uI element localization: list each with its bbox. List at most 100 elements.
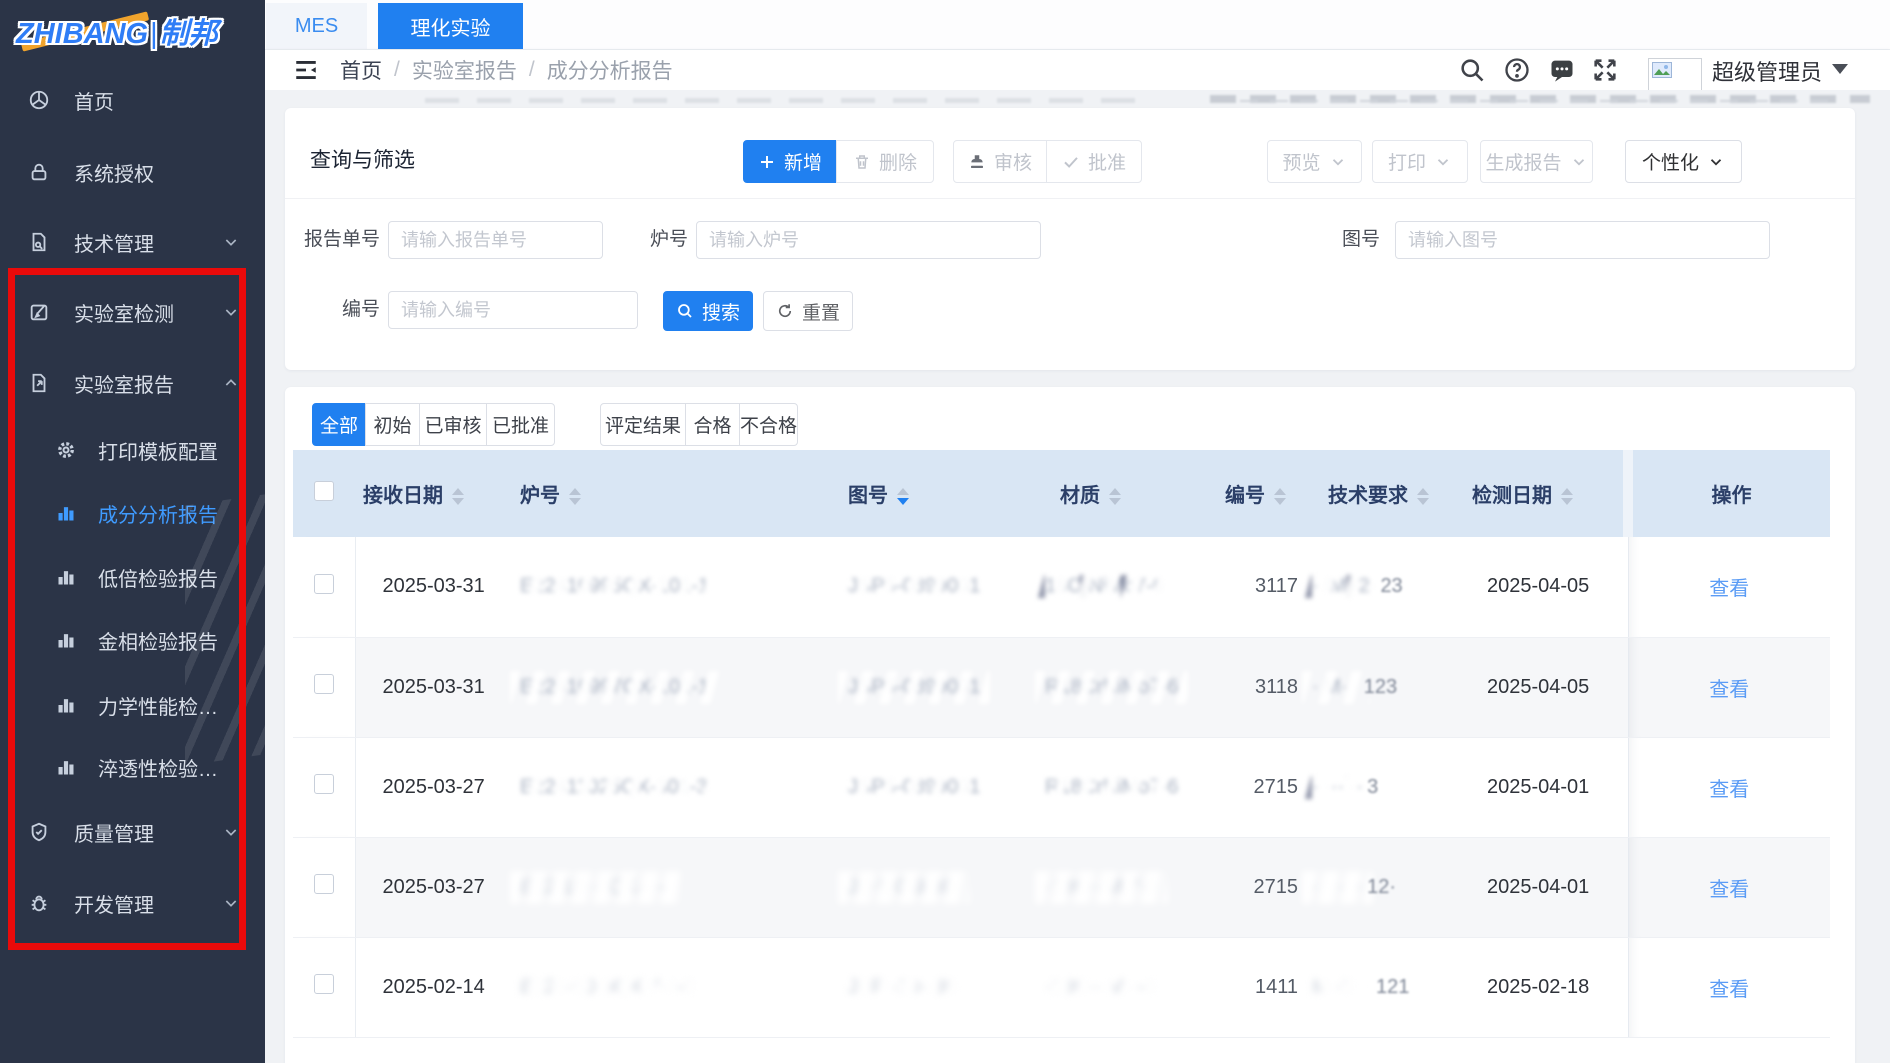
brand-logo: ZHIBANG|制邦 [0,0,265,62]
chevron-down-icon [223,895,239,911]
row-checkbox[interactable] [314,774,334,794]
data-table: 接收日期 炉号 图号 材质 编号 技术要求 检测日期 操作 [293,450,1830,1038]
sidebar-item-lab-report[interactable]: 实验室报告 [0,361,265,405]
chart-icon [56,567,76,587]
audit-button[interactable]: 审核 [953,140,1047,183]
tab-initial[interactable]: 初始 [365,403,420,446]
tab-qualified[interactable]: 合格 [685,403,740,446]
delete-button[interactable]: 删除 [836,140,934,183]
fullscreen-icon[interactable] [1591,56,1619,84]
help-icon[interactable] [1503,56,1531,84]
breadcrumb-lab-report[interactable]: 实验室报告 [412,55,517,85]
sidebar-item-label: 淬透性检验… [98,753,218,782]
view-link[interactable]: 查看 [1709,578,1749,600]
sort-icon[interactable] [569,488,581,505]
file-icon [28,231,50,253]
sidebar-item-print-template[interactable]: 打印模板配置 [0,428,265,472]
report-no-input[interactable] [388,221,603,259]
sidebar-item-home[interactable]: 首页 [0,78,265,122]
sidebar-item-system-auth[interactable]: 系统授权 [0,150,265,194]
menu-collapse-icon[interactable] [293,57,319,83]
view-link[interactable]: 查看 [1709,779,1749,801]
cell-material: 18CrNiMo7-6 [1045,537,1225,637]
tab-eval-result[interactable]: 评定结果 [600,403,686,446]
app-root: { "brand": { "en": "ZHIBANG", "sep": "|"… [0,0,1890,1063]
select-all-checkbox[interactable] [314,481,334,501]
sidebar-item-mechanical-report[interactable]: 力学性能检… [0,683,265,727]
top-tab-bar: MES 理化实验 [265,0,1890,50]
sidebar-item-label: 质量管理 [74,818,154,847]
chevron-down-icon [223,304,239,320]
row-checkbox[interactable] [314,974,334,994]
col-tech-req[interactable]: 技术要求 [1300,450,1445,537]
view-link[interactable]: 查看 [1709,979,1749,1001]
col-receive-date[interactable]: 接收日期 [355,450,520,537]
cell-serial-no: 3117 [1225,537,1300,637]
sidebar-item-label: 低倍检验报告 [98,563,218,592]
sort-icon[interactable] [1561,488,1573,505]
row-checkbox[interactable] [314,874,334,894]
tab-audited[interactable]: 已审核 [419,403,487,446]
sidebar-item-label: 开发管理 [74,889,154,918]
sort-desc-icon[interactable] [897,488,909,505]
col-drawing-no[interactable]: 图号 [848,450,1045,537]
tab-all[interactable]: 全部 [312,403,366,446]
reset-button[interactable]: 重置 [763,291,853,331]
sidebar-item-hardenability-report[interactable]: 淬透性检验… [0,745,265,789]
view-link[interactable]: 查看 [1709,879,1749,901]
message-icon[interactable] [1548,56,1576,84]
sort-icon[interactable] [1417,488,1429,505]
cell-material: ·18C··iM·7-6 [1045,837,1225,937]
sidebar-item-label: 力学性能检… [98,691,218,720]
serial-no-input[interactable] [388,291,638,329]
preview-button[interactable]: 预览 [1267,140,1362,183]
print-button[interactable]: 打印 [1372,140,1468,183]
row-checkbox[interactable] [314,574,334,594]
cell-receive-date: 2025-02-14 [355,937,520,1037]
sidebar-item-tech-mgmt[interactable]: 技术管理 [0,220,265,264]
user-dropdown-caret[interactable] [1832,64,1848,74]
sidebar-item-macro-report[interactable]: 低倍检验报告 [0,555,265,599]
user-name[interactable]: 超级管理员 [1712,55,1822,87]
cell-drawing-no: JS·5-0·9·30· [848,837,1045,937]
col-furnace-no[interactable]: 炉号 [520,450,848,537]
col-serial-no[interactable]: 编号 [1225,450,1300,537]
view-link[interactable]: 查看 [1709,679,1749,701]
tab-approved[interactable]: 已批准 [486,403,555,446]
stamp-icon [968,153,986,171]
table-row: 2025-03-27 E22411025QX-301-3 JSP5-089900… [293,737,1830,837]
row-checkbox[interactable] [314,674,334,694]
sidebar-item-composition-report[interactable]: 成分分析报告 [0,491,265,535]
drawing-no-input[interactable] [1395,221,1770,259]
add-button[interactable]: 新增 [743,140,837,183]
search-button[interactable]: 搜索 [663,291,753,331]
select-all-cell [293,450,355,537]
sort-icon[interactable] [1109,488,1121,505]
col-test-date[interactable]: 检测日期 [1445,450,1628,537]
breadcrumb-home[interactable]: 首页 [340,55,382,85]
cell-drawing-no: JSP5-0899001 [848,637,1045,737]
lock-icon [28,161,50,183]
search-icon[interactable] [1458,56,1486,84]
table-card: 全部 初始 已审核 已批准 评定结果 合格 不合格 [285,387,1855,1063]
col-material[interactable]: 材质 [1045,450,1225,537]
sort-icon[interactable] [452,488,464,505]
sidebar-item-metallographic-report[interactable]: 金相检验报告 [0,618,265,662]
approve-button[interactable]: 批准 [1046,140,1142,183]
tab-unqualified[interactable]: 不合格 [739,403,798,446]
chart-icon [56,757,76,777]
search-icon [676,302,694,320]
cell-drawing-no: JSP5-0899001 [848,737,1045,837]
tab-mes[interactable]: MES [266,3,367,49]
cell-receive-date: 2025-03-31 [355,637,520,737]
sidebar-item-quality-mgmt[interactable]: 质量管理 [0,810,265,854]
generate-report-button[interactable]: 生成报告 [1480,140,1593,183]
sidebar-item-lab-testing[interactable]: 实验室检测 [0,290,265,334]
sidebar-item-dev-mgmt[interactable]: 开发管理 [0,881,265,925]
cell-test-date: 2025-04-01 [1445,737,1628,837]
tab-lab-experiment[interactable]: 理化实验 [378,3,523,49]
personalize-button[interactable]: 个性化 [1625,140,1742,183]
broken-image-icon [1652,62,1672,78]
sort-icon[interactable] [1274,488,1286,505]
furnace-no-input[interactable] [696,221,1041,259]
